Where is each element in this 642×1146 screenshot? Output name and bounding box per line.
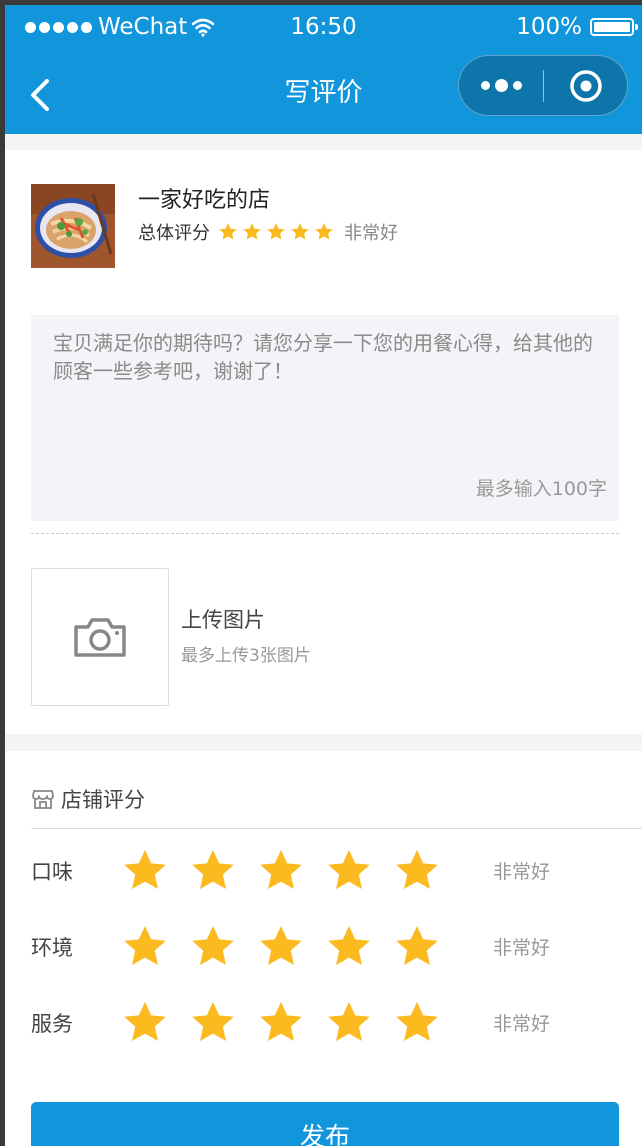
battery-icon xyxy=(590,18,638,36)
more-button[interactable] xyxy=(459,56,543,115)
rating-text: 非常好 xyxy=(493,861,551,883)
star-icon[interactable] xyxy=(393,999,441,1047)
star-icon[interactable] xyxy=(121,847,169,895)
store-icon xyxy=(32,790,54,809)
upload-hint: 最多上传3张图片 xyxy=(181,646,311,666)
top-bar: WeChat 16:50 100% 写评价 xyxy=(5,5,642,134)
star-icon[interactable] xyxy=(325,923,373,971)
store-rating-card: 店铺评分 口味 非常好 环境 非常好 服务 非常好 发布 xyxy=(5,751,642,1146)
screen: WeChat 16:50 100% 写评价 一家好吃的店 总体评分 非常好 宝贝… xyxy=(5,5,642,1146)
overall-rating-label: 总体评分 xyxy=(138,223,210,244)
star-icon[interactable] xyxy=(189,999,237,1047)
capsule-divider xyxy=(543,70,544,102)
comment-box[interactable]: 最多输入100字 xyxy=(31,315,619,521)
char-limit-hint: 最多输入100字 xyxy=(475,478,607,500)
star-icon xyxy=(219,223,237,240)
star-icon xyxy=(243,223,261,240)
overall-rating: 总体评分 非常好 xyxy=(138,218,398,246)
store-divider xyxy=(31,828,642,829)
more-dot-center xyxy=(494,79,508,92)
noodle-dish-image xyxy=(31,184,115,268)
overall-rating-text: 非常好 xyxy=(344,223,398,244)
star-icon[interactable] xyxy=(325,999,373,1047)
close-mini-program-button[interactable] xyxy=(545,56,627,115)
star-icon[interactable] xyxy=(393,923,441,971)
star-icon[interactable] xyxy=(257,923,305,971)
star-icon[interactable] xyxy=(121,999,169,1047)
camera-icon xyxy=(74,618,126,657)
store-rating-header: 店铺评分 xyxy=(31,784,145,814)
more-dots-icon xyxy=(480,81,490,90)
rating-label: 环境 xyxy=(31,936,73,960)
overall-stars xyxy=(218,222,334,242)
star-icon xyxy=(291,223,309,240)
comment-input[interactable] xyxy=(53,329,593,459)
publish-button[interactable]: 发布 xyxy=(31,1102,619,1146)
rating-stars xyxy=(121,847,441,895)
star-icon[interactable] xyxy=(189,847,237,895)
star-icon[interactable] xyxy=(189,923,237,971)
rating-label: 服务 xyxy=(31,1012,73,1036)
more-dot-right xyxy=(512,81,522,90)
battery-percent: 100% xyxy=(516,14,582,40)
dashed-divider xyxy=(31,533,619,534)
upload-title: 上传图片 xyxy=(181,608,265,632)
rating-row-environment: 环境 非常好 xyxy=(31,918,631,978)
star-icon[interactable] xyxy=(257,999,305,1047)
star-icon[interactable] xyxy=(393,847,441,895)
store-rating-title: 店铺评分 xyxy=(61,788,145,812)
rating-row-taste: 口味 非常好 xyxy=(31,842,631,902)
star-icon[interactable] xyxy=(121,923,169,971)
rating-label: 口味 xyxy=(31,860,73,884)
star-icon xyxy=(267,223,285,240)
upload-image-button[interactable] xyxy=(31,568,169,706)
battery: 100% xyxy=(516,13,638,41)
review-card: 一家好吃的店 总体评分 非常好 最多输入100字 上传图片 最多上传3张图片 xyxy=(5,150,642,734)
rating-stars xyxy=(121,923,441,971)
rating-text: 非常好 xyxy=(493,1013,551,1035)
target-close-icon xyxy=(570,69,602,102)
shop-thumbnail xyxy=(31,184,115,268)
rating-text: 非常好 xyxy=(493,937,551,959)
mini-program-capsule xyxy=(458,55,628,116)
star-icon[interactable] xyxy=(325,847,373,895)
star-icon xyxy=(315,223,333,240)
rating-row-service: 服务 非常好 xyxy=(31,994,631,1054)
star-icon[interactable] xyxy=(257,847,305,895)
shop-name: 一家好吃的店 xyxy=(138,188,271,213)
rating-stars xyxy=(121,999,441,1047)
